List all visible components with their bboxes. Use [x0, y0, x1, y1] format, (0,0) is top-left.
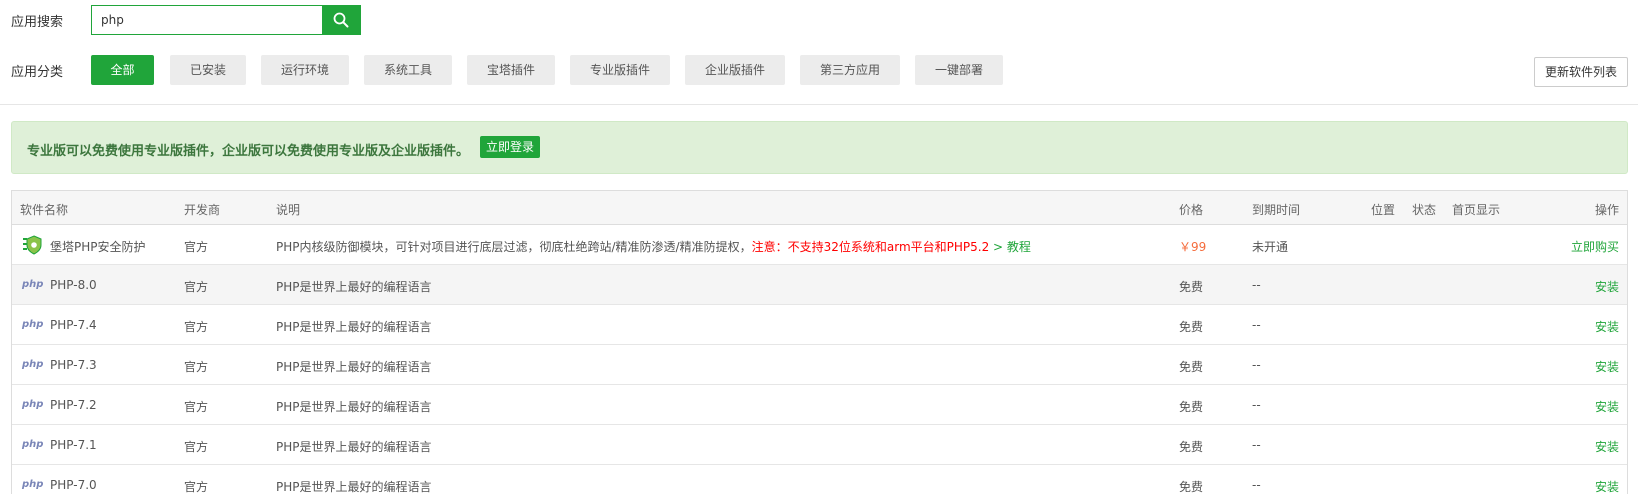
- col-status: 状态: [1412, 203, 1437, 217]
- software-name: PHP-7.1: [50, 438, 97, 452]
- search-icon: [333, 12, 349, 28]
- developer: 官方: [184, 440, 209, 454]
- expire-time: --: [1252, 478, 1261, 492]
- price: ￥99: [1179, 240, 1207, 254]
- col-desc: 说明: [276, 203, 301, 217]
- description: PHP内核级防御模块，可针对项目进行底层过滤，彻底杜绝跨站/精准防渗透/精准防提…: [276, 238, 1031, 255]
- tab-pro-plugins[interactable]: 专业版插件: [570, 55, 670, 85]
- col-name: 软件名称: [20, 203, 69, 217]
- php-icon: php: [22, 359, 44, 370]
- search-button[interactable]: [322, 6, 360, 34]
- expire-time: --: [1252, 358, 1261, 372]
- php-icon: php: [22, 479, 44, 490]
- description-text: PHP内核级防御模块，可针对项目进行底层过滤，彻底杜绝跨站/精准防渗透/精准防提…: [276, 240, 752, 254]
- update-software-list-button[interactable]: 更新软件列表: [1534, 57, 1628, 87]
- table-row: php PHP-7.0 官方 PHP是世界上最好的编程语言 免费 -- 安装: [12, 465, 1627, 494]
- tab-enterprise-plugins[interactable]: 企业版插件: [685, 55, 785, 85]
- login-button[interactable]: 立即登录: [480, 136, 540, 158]
- price: 免费: [1179, 480, 1204, 494]
- developer: 官方: [184, 480, 209, 494]
- table-row: php PHP-7.1 官方 PHP是世界上最好的编程语言 免费 -- 安装: [12, 425, 1627, 465]
- software-name: PHP-7.4: [50, 318, 97, 332]
- developer: 官方: [184, 360, 209, 374]
- search-label: 应用搜索: [11, 15, 64, 30]
- developer: 官方: [184, 280, 209, 294]
- col-expire: 到期时间: [1252, 203, 1301, 217]
- table-row: php PHP-7.4 官方 PHP是世界上最好的编程语言 免费 -- 安装: [12, 305, 1627, 345]
- software-name: PHP-7.3: [50, 358, 97, 372]
- php-icon: php: [22, 439, 44, 450]
- expire-time: --: [1252, 438, 1261, 452]
- software-name: PHP-8.0: [50, 278, 97, 292]
- category-label: 应用分类: [11, 65, 64, 80]
- description: PHP是世界上最好的编程语言: [276, 320, 432, 334]
- software-name: PHP-7.2: [50, 398, 97, 412]
- tab-installed[interactable]: 已安装: [170, 55, 246, 85]
- description: PHP是世界上最好的编程语言: [276, 480, 432, 494]
- search-box: [91, 5, 361, 35]
- tutorial-link[interactable]: > 教程: [989, 240, 1031, 254]
- developer: 官方: [184, 400, 209, 414]
- install-link[interactable]: 安装: [1595, 478, 1619, 494]
- description: PHP是世界上最好的编程语言: [276, 440, 432, 454]
- description: PHP是世界上最好的编程语言: [276, 280, 432, 294]
- php-icon: php: [22, 279, 44, 290]
- divider: [0, 104, 1638, 105]
- install-link[interactable]: 安装: [1595, 438, 1619, 455]
- col-homepage: 首页显示: [1452, 203, 1501, 217]
- table-header: 软件名称 开发商 说明 价格 到期时间 位置 状态 首页显示 操作: [12, 191, 1627, 225]
- price: 免费: [1179, 440, 1204, 454]
- php-icon: php: [22, 319, 44, 330]
- table-row: php PHP-7.3 官方 PHP是世界上最好的编程语言 免费 -- 安装: [12, 345, 1627, 385]
- col-position: 位置: [1371, 203, 1396, 217]
- developer: 官方: [184, 320, 209, 334]
- table-row: php PHP-8.0 官方 PHP是世界上最好的编程语言 免费 -- 安装: [12, 265, 1627, 305]
- pro-alert: 专业版可以免费使用专业版插件，企业版可以免费使用专业版及企业版插件。 立即登录: [11, 121, 1628, 174]
- price: 免费: [1179, 360, 1204, 374]
- price: 免费: [1179, 320, 1204, 334]
- install-link[interactable]: 安装: [1595, 278, 1619, 295]
- description: PHP是世界上最好的编程语言: [276, 400, 432, 414]
- description: PHP是世界上最好的编程语言: [276, 360, 432, 374]
- tab-all[interactable]: 全部: [91, 55, 154, 85]
- col-ops: 操作: [1595, 203, 1620, 217]
- expire-time: 未开通: [1252, 240, 1289, 254]
- software-table: 软件名称 开发商 说明 价格 到期时间 位置 状态 首页显示 操作 堡塔PHP安…: [11, 190, 1628, 494]
- col-dev: 开发商: [184, 203, 221, 217]
- col-price: 价格: [1179, 203, 1204, 217]
- table-row: 堡塔PHP安全防护 官方 PHP内核级防御模块，可针对项目进行底层过滤，彻底杜绝…: [12, 225, 1627, 265]
- price: 免费: [1179, 400, 1204, 414]
- tab-bt-plugins[interactable]: 宝塔插件: [467, 55, 555, 85]
- developer: 官方: [184, 240, 209, 254]
- software-name: 堡塔PHP安全防护: [50, 240, 146, 254]
- tab-one-click-deploy[interactable]: 一键部署: [915, 55, 1003, 85]
- search-input[interactable]: [92, 6, 322, 34]
- expire-time: --: [1252, 318, 1261, 332]
- alert-text: 专业版可以免费使用专业版插件，企业版可以免费使用专业版及企业版插件。: [27, 144, 470, 159]
- table-row: php PHP-7.2 官方 PHP是世界上最好的编程语言 免费 -- 安装: [12, 385, 1627, 425]
- buy-now-link[interactable]: 立即购买: [1571, 238, 1619, 255]
- tab-runtime[interactable]: 运行环境: [261, 55, 349, 85]
- install-link[interactable]: 安装: [1595, 358, 1619, 375]
- install-link[interactable]: 安装: [1595, 398, 1619, 415]
- tab-system-tools[interactable]: 系统工具: [364, 55, 452, 85]
- install-link[interactable]: 安装: [1595, 318, 1619, 335]
- description-warning: 注意：不支持32位系统和arm平台和PHP5.2: [751, 240, 990, 254]
- bt-shield-icon: [23, 235, 42, 255]
- expire-time: --: [1252, 398, 1261, 412]
- software-name: PHP-7.0: [50, 478, 97, 492]
- expire-time: --: [1252, 278, 1261, 292]
- tab-third-party[interactable]: 第三方应用: [800, 55, 900, 85]
- price: 免费: [1179, 280, 1204, 294]
- php-icon: php: [22, 399, 44, 410]
